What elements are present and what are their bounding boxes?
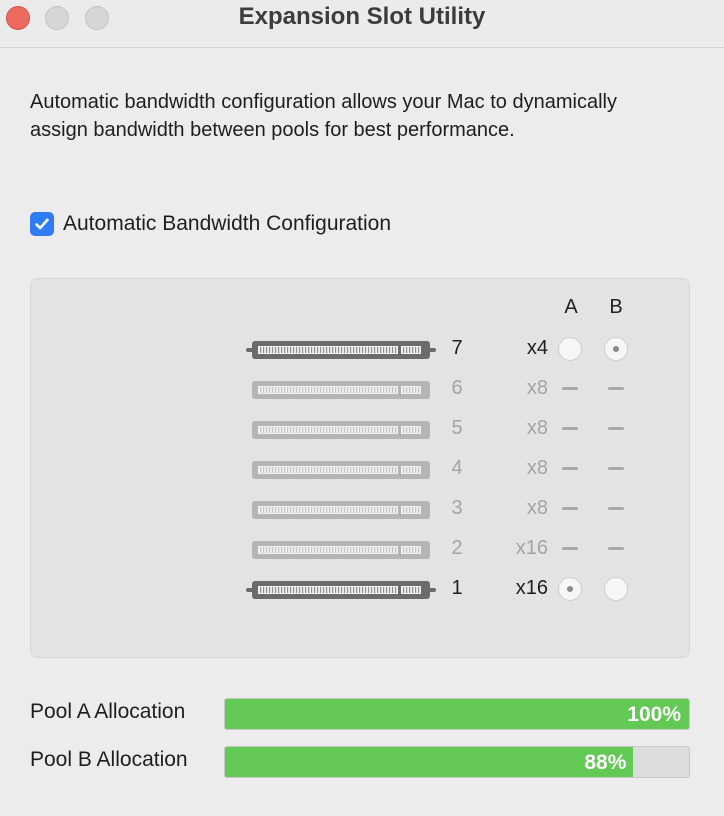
pool-b-unavailable-dash	[608, 427, 624, 430]
slot-lane-width: x8	[526, 417, 548, 439]
pool-a-allocation-fill	[225, 699, 689, 729]
slot-number: 2	[451, 537, 463, 559]
description-text: Automatic bandwidth configuration allows…	[30, 91, 617, 141]
slot-row: 6 x8	[0, 374, 724, 404]
pcie-slot-icon	[246, 581, 436, 599]
pool-a-unavailable-dash	[562, 547, 578, 550]
slot-number: 6	[451, 377, 463, 399]
slot-lane-width: x8	[526, 377, 548, 399]
slot-lane-width: x16	[515, 537, 548, 559]
window-title: Expansion Slot Utility	[238, 3, 486, 30]
pool-a-radio[interactable]	[558, 577, 582, 601]
auto-config-label[interactable]: Automatic Bandwidth Configuration	[63, 212, 391, 236]
pool-a-unavailable-dash	[562, 387, 578, 390]
pcie-slot-icon	[252, 461, 430, 479]
pool-b-unavailable-dash	[608, 467, 624, 470]
slot-number: 7	[451, 337, 463, 359]
slot-row: 1 x16	[0, 574, 724, 604]
pool-a-allocation-percent: 100%	[627, 703, 681, 726]
slot-lane-width: x4	[526, 337, 548, 359]
slot-row: 3 x8	[0, 494, 724, 524]
pool-b-unavailable-dash	[608, 387, 624, 390]
pool-b-radio[interactable]	[604, 337, 628, 361]
pool-b-allocation-fill	[225, 747, 634, 777]
pool-b-column-header: B	[609, 296, 623, 318]
pool-b-unavailable-dash	[608, 507, 624, 510]
slot-number: 1	[451, 577, 463, 599]
pool-a-unavailable-dash	[562, 467, 578, 470]
slot-number: 3	[451, 497, 463, 519]
checkmark-icon	[35, 218, 49, 230]
pcie-slot-icon	[252, 501, 430, 519]
slot-row: 4 x8	[0, 454, 724, 484]
slot-row: 7 x4	[0, 334, 724, 364]
slot-lane-width: x8	[526, 497, 548, 519]
pool-b-radio[interactable]	[604, 577, 628, 601]
pcie-slot-icon	[252, 421, 430, 439]
auto-config-checkbox[interactable]	[30, 212, 54, 236]
pool-b-allocation-bar: 88%	[224, 746, 690, 778]
pool-b-allocation-label: Pool B Allocation	[30, 748, 188, 771]
pool-a-allocation-bar: 100%	[224, 698, 690, 730]
pool-b-unavailable-dash	[608, 547, 624, 550]
pool-a-unavailable-dash	[562, 427, 578, 430]
pool-a-unavailable-dash	[562, 507, 578, 510]
slot-number: 4	[451, 457, 463, 479]
auto-config-row[interactable]: Automatic Bandwidth Configuration	[30, 210, 391, 238]
pcie-slot-icon	[246, 341, 436, 359]
slot-row: 5 x8	[0, 414, 724, 444]
slot-lane-width: x16	[515, 577, 548, 599]
pool-a-allocation-label: Pool A Allocation	[30, 700, 186, 723]
pool-a-radio[interactable]	[558, 337, 582, 361]
slot-lane-width: x8	[526, 457, 548, 479]
pcie-slot-icon	[252, 381, 430, 399]
title-bar: Expansion Slot Utility	[0, 0, 724, 48]
pool-b-allocation-percent: 88%	[584, 751, 627, 774]
slot-number: 5	[451, 417, 463, 439]
pcie-slot-icon	[252, 541, 430, 559]
slot-row: 2 x16	[0, 534, 724, 564]
pool-a-column-header: A	[564, 296, 578, 318]
